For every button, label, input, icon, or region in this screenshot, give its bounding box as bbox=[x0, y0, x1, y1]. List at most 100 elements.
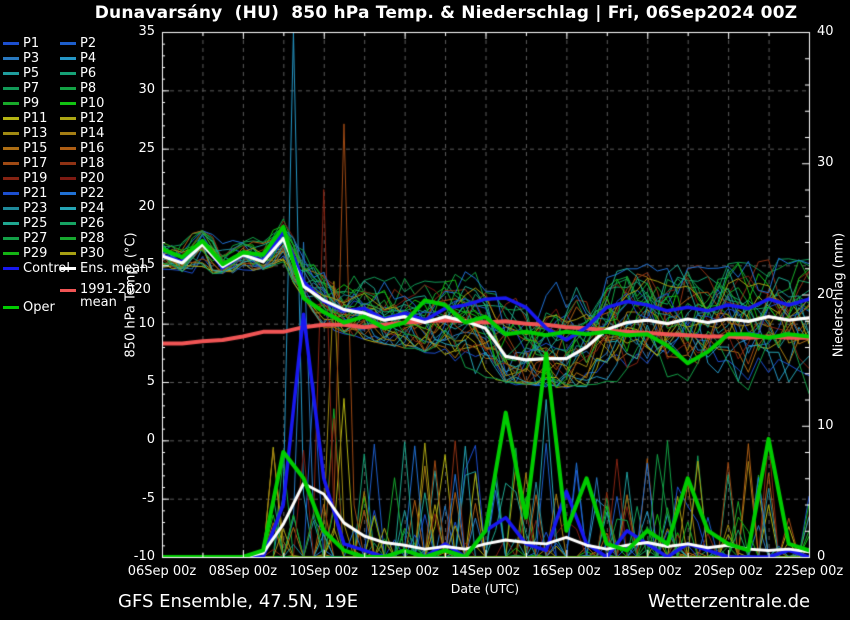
footer-site-name: Wetterzentrale.de bbox=[648, 591, 810, 612]
legend-color-sample bbox=[3, 87, 19, 90]
legend-label: P11 bbox=[23, 112, 47, 125]
x-tick-label: 16Sep 00z bbox=[521, 564, 611, 579]
legend-label: P7 bbox=[23, 82, 39, 95]
legend-member-P15: P15 bbox=[3, 141, 47, 155]
legend-member-P12: P12 bbox=[60, 111, 104, 125]
legend-color-sample bbox=[3, 252, 19, 255]
legend-member-P26: P26 bbox=[60, 216, 104, 230]
legend-member-P9: P9 bbox=[3, 96, 39, 110]
y-tick-label-left: 30 bbox=[115, 82, 155, 97]
legend-color-sample bbox=[3, 207, 19, 210]
legend-member-P19: P19 bbox=[3, 171, 47, 185]
y-tick-label-left: 15 bbox=[115, 257, 155, 272]
y-tick-label-left: 10 bbox=[115, 316, 155, 331]
page-title: Dunavarsány (HU) 850 hPa Temp. & Nieders… bbox=[0, 3, 850, 23]
x-tick-label: 10Sep 00z bbox=[279, 564, 369, 579]
legend-color-sample bbox=[60, 289, 76, 292]
legend-member-P27: P27 bbox=[3, 231, 47, 245]
y-tick-label-left: -5 bbox=[115, 491, 155, 506]
legend-label: P29 bbox=[23, 247, 47, 260]
legend-label: P26 bbox=[80, 217, 104, 230]
legend-label: P18 bbox=[80, 157, 104, 170]
legend-color-sample bbox=[60, 102, 76, 105]
legend-label: P23 bbox=[23, 202, 47, 215]
legend-label: P20 bbox=[80, 172, 104, 185]
y-tick-label-left: 25 bbox=[115, 141, 155, 156]
legend-member-P29: P29 bbox=[3, 246, 47, 260]
legend-color-sample bbox=[3, 192, 19, 195]
legend-color-sample bbox=[3, 42, 19, 45]
legend-label: P14 bbox=[80, 127, 104, 140]
footer-model-info: GFS Ensemble, 47.5N, 19E bbox=[118, 591, 358, 612]
legend-label: P4 bbox=[80, 52, 96, 65]
legend-label: P17 bbox=[23, 157, 47, 170]
legend-label: P27 bbox=[23, 232, 47, 245]
x-axis-title: Date (UTC) bbox=[395, 581, 575, 596]
legend-color-sample bbox=[60, 237, 76, 240]
x-tick-label: 06Sep 00z bbox=[117, 564, 207, 579]
legend-label: P12 bbox=[80, 112, 104, 125]
legend-label: P28 bbox=[80, 232, 104, 245]
legend-member-P25: P25 bbox=[3, 216, 47, 230]
legend-color-sample bbox=[3, 72, 19, 75]
legend-label: P10 bbox=[80, 97, 104, 110]
legend-member-P5: P5 bbox=[3, 66, 39, 80]
legend-member-P11: P11 bbox=[3, 111, 47, 125]
legend-color-sample bbox=[3, 117, 19, 120]
legend-member-P22: P22 bbox=[60, 186, 104, 200]
legend-label: P22 bbox=[80, 187, 104, 200]
legend-label: P25 bbox=[23, 217, 47, 230]
legend-color-sample bbox=[3, 132, 19, 135]
legend-member-P18: P18 bbox=[60, 156, 104, 170]
ensemble-legend: P1 P2 P3 P4 P5 P6 P7 P8 P9 P10 P11 P12 P13 P14 P15 P16 P… bbox=[3, 36, 173, 326]
legend-member-P16: P16 bbox=[60, 141, 104, 155]
legend-member-P4: P4 bbox=[60, 51, 96, 65]
legend-color-sample bbox=[60, 147, 76, 150]
y-tick-label-left: -10 bbox=[115, 549, 155, 564]
legend-label: P9 bbox=[23, 97, 39, 110]
legend-member-P30: P30 bbox=[60, 246, 104, 260]
y-tick-label-left: 35 bbox=[115, 24, 155, 39]
legend-label: P16 bbox=[80, 142, 104, 155]
y-tick-label-right: 40 bbox=[817, 24, 850, 39]
x-tick-label: 18Sep 00z bbox=[602, 564, 692, 579]
legend-color-sample bbox=[3, 237, 19, 240]
legend-label: P2 bbox=[80, 37, 96, 50]
legend-color-sample bbox=[3, 222, 19, 225]
legend-member-P3: P3 bbox=[3, 51, 39, 65]
legend-label: P24 bbox=[80, 202, 104, 215]
legend-label: P21 bbox=[23, 187, 47, 200]
legend-member-P7: P7 bbox=[3, 81, 39, 95]
legend-member-P6: P6 bbox=[60, 66, 96, 80]
legend-color-sample bbox=[60, 222, 76, 225]
legend-label: Oper bbox=[23, 301, 55, 314]
legend-color-sample bbox=[3, 162, 19, 165]
legend-label: P1 bbox=[23, 37, 39, 50]
y-tick-label-left: 5 bbox=[115, 374, 155, 389]
x-tick-label: 22Sep 00z bbox=[764, 564, 850, 579]
legend-member-P14: P14 bbox=[60, 126, 104, 140]
legend-color-sample bbox=[3, 102, 19, 105]
legend-member-P1: P1 bbox=[3, 36, 39, 50]
legend-color-sample bbox=[60, 192, 76, 195]
legend-label: P5 bbox=[23, 67, 39, 80]
y-tick-label-right: 30 bbox=[817, 155, 850, 170]
legend-label: P13 bbox=[23, 127, 47, 140]
legend-member-P2: P2 bbox=[60, 36, 96, 50]
meteogram-page: Dunavarsány (HU) 850 hPa Temp. & Nieders… bbox=[0, 0, 850, 620]
legend-color-sample bbox=[3, 147, 19, 150]
y-tick-label-left: 0 bbox=[115, 432, 155, 447]
legend-color-sample bbox=[3, 177, 19, 180]
legend-color-sample bbox=[3, 267, 19, 270]
x-tick-label: 12Sep 00z bbox=[360, 564, 450, 579]
y-tick-label-right: 20 bbox=[817, 287, 850, 302]
x-tick-label: 14Sep 00z bbox=[441, 564, 531, 579]
legend-color-sample bbox=[3, 306, 19, 309]
legend-label: P19 bbox=[23, 172, 47, 185]
legend-member-P13: P13 bbox=[3, 126, 47, 140]
x-tick-label: 20Sep 00z bbox=[683, 564, 773, 579]
legend-member-P8: P8 bbox=[60, 81, 96, 95]
legend-label: P30 bbox=[80, 247, 104, 260]
x-tick-label: 08Sep 00z bbox=[198, 564, 288, 579]
legend-member-P20: P20 bbox=[60, 171, 104, 185]
